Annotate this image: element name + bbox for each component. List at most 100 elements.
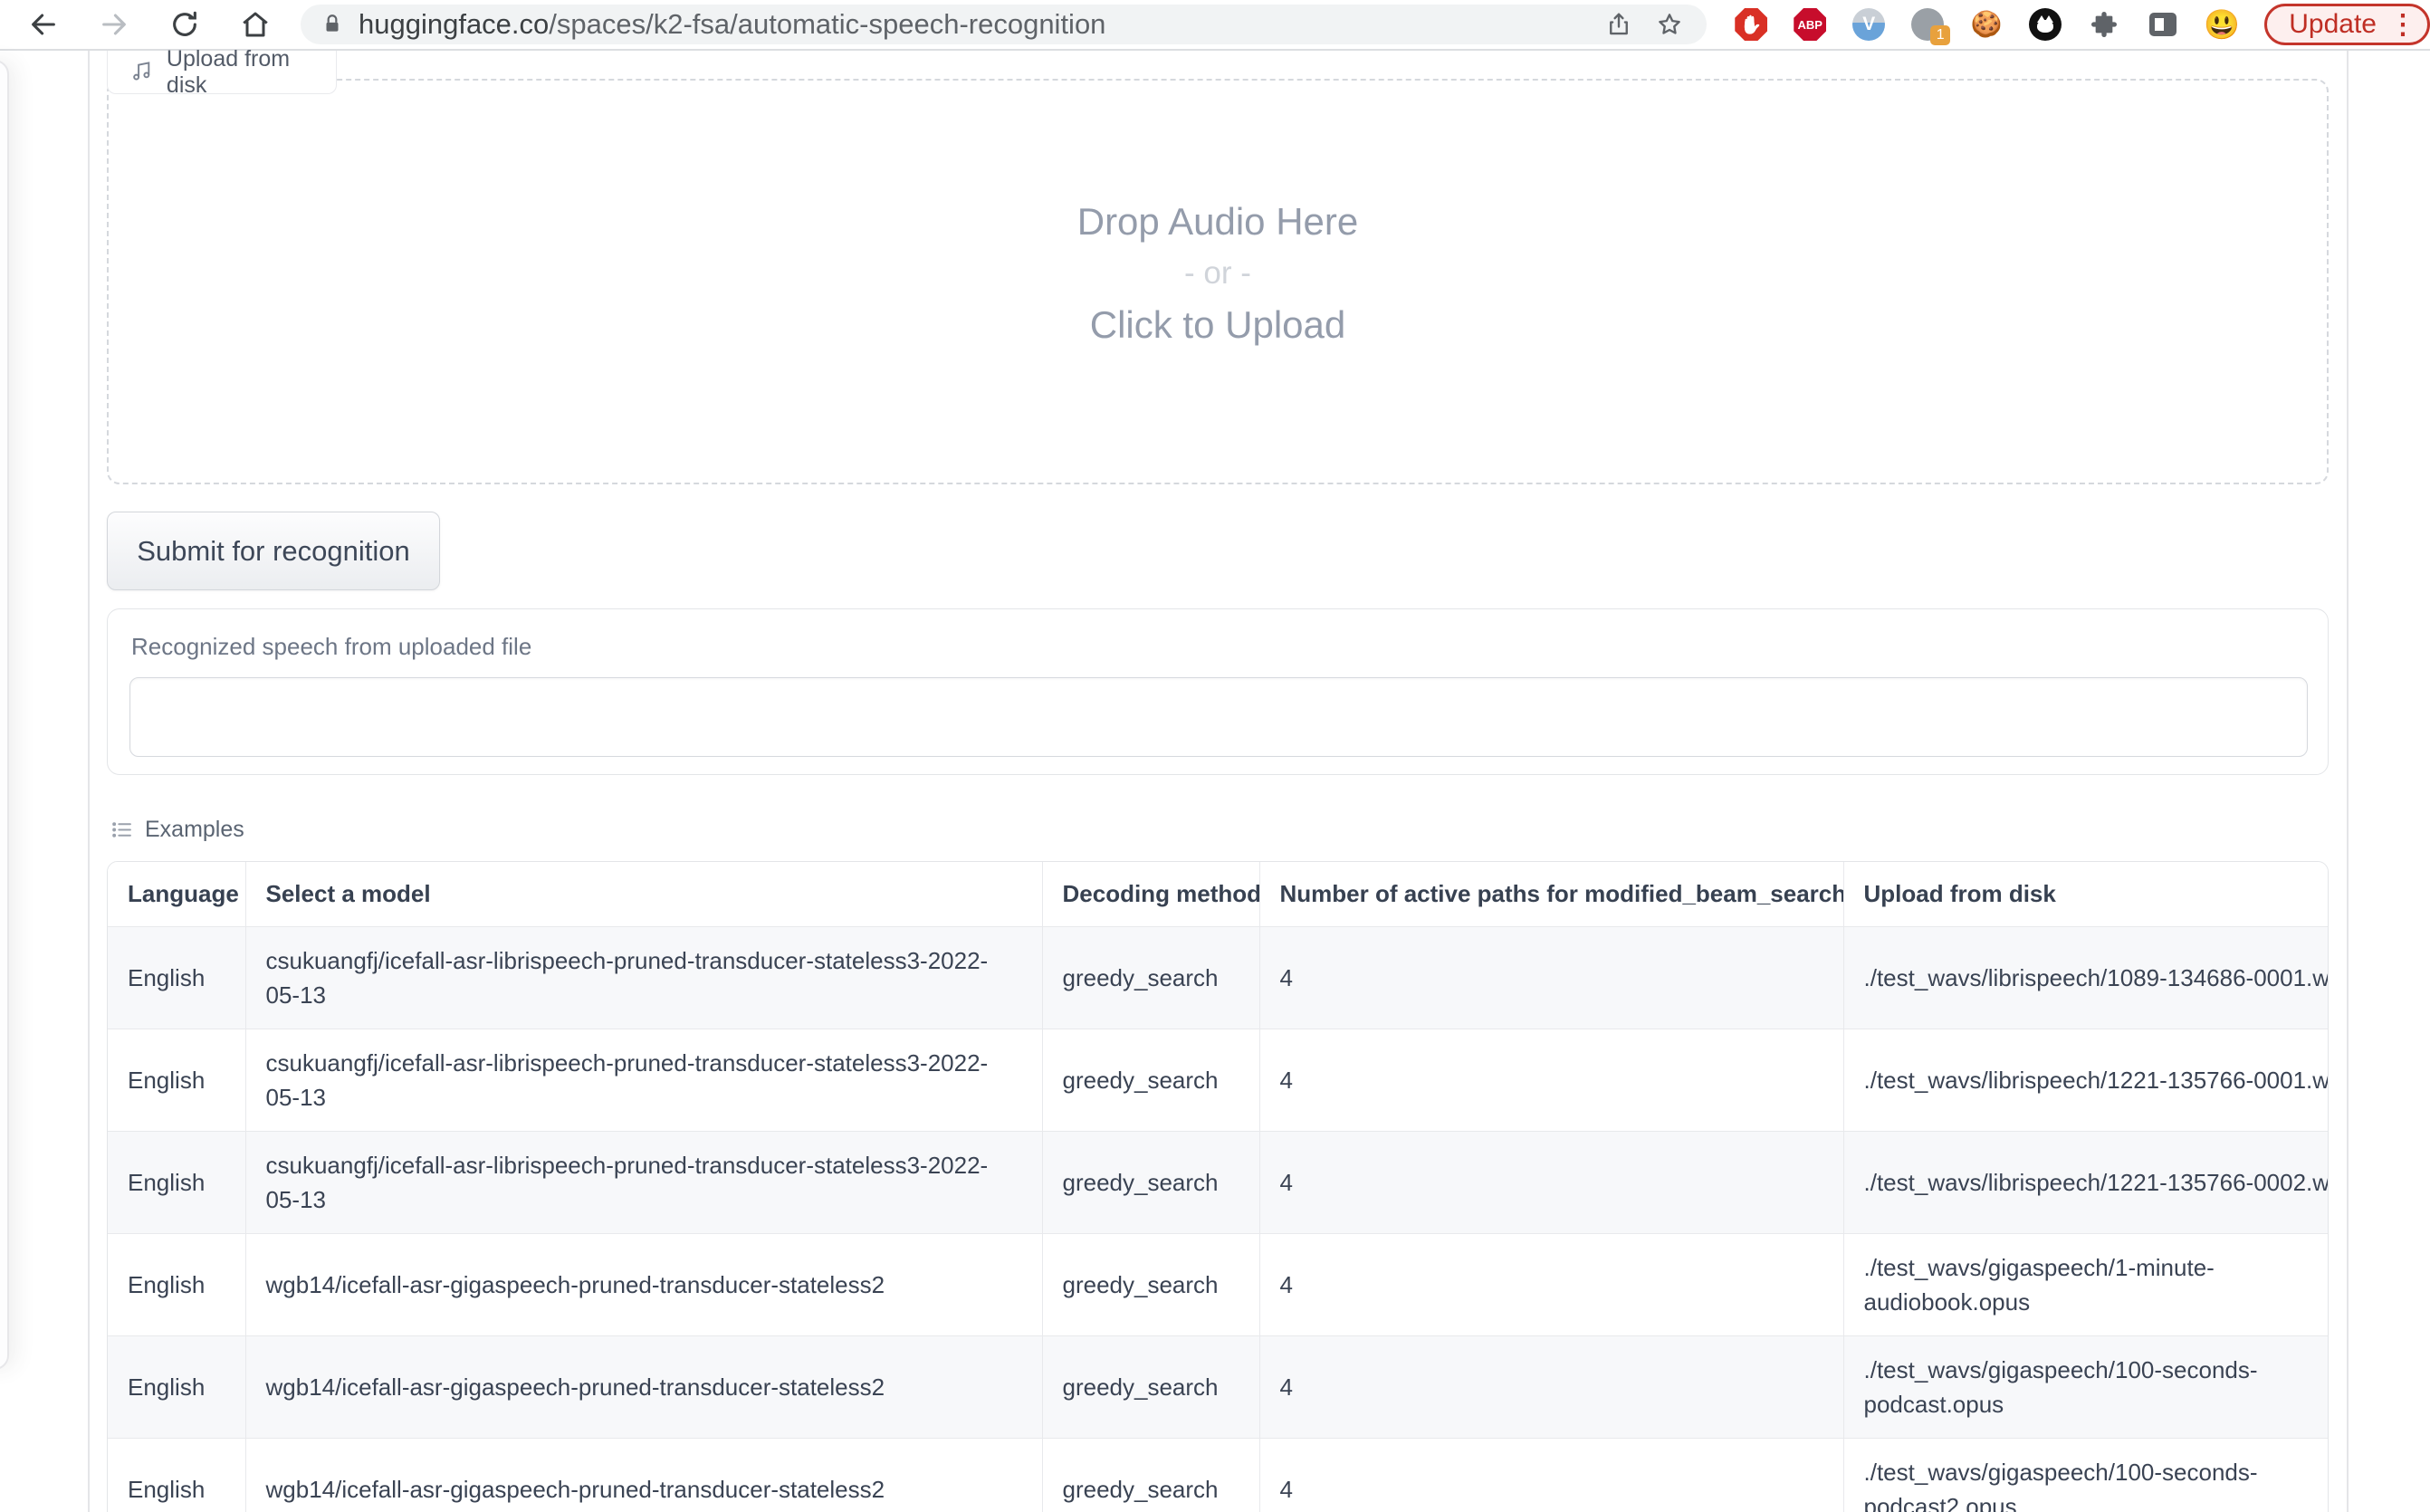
adblock-icon: ✋ <box>1735 8 1767 41</box>
recognized-speech-input[interactable] <box>129 677 2308 757</box>
chrome-update-button[interactable]: Update ⋮ <box>2264 4 2430 45</box>
example-cell[interactable]: English <box>108 1234 245 1336</box>
example-cell[interactable]: 4 <box>1259 927 1843 1029</box>
sidebar-icon <box>2149 13 2176 36</box>
recognized-speech-label: Recognized speech from uploaded file <box>131 633 2328 661</box>
example-cell[interactable]: ./test_wavs/librispeech/1221-135766-0002… <box>1843 1132 2329 1234</box>
example-cell[interactable]: English <box>108 1029 245 1132</box>
cookie-icon: 🍪 <box>1971 12 2003 37</box>
star-icon <box>1656 11 1683 38</box>
list-icon <box>110 818 133 841</box>
example-cell[interactable]: wgb14/icefall-asr-gigaspeech-pruned-tran… <box>245 1234 1042 1336</box>
vimium-extension[interactable]: V <box>1851 7 1886 42</box>
example-cell[interactable]: 4 <box>1259 1336 1843 1439</box>
adblock-plus-extension[interactable]: ABP <box>1793 7 1827 42</box>
example-cell[interactable]: greedy_search <box>1042 1132 1259 1234</box>
example-cell[interactable]: ./test_wavs/librispeech/1089-134686-0001… <box>1843 927 2329 1029</box>
sidebar-toggle[interactable] <box>2146 7 2180 42</box>
example-cell[interactable]: csukuangfj/icefall-asr-librispeech-prune… <box>245 927 1042 1029</box>
example-cell[interactable]: 4 <box>1259 1029 1843 1132</box>
cookie-extension[interactable]: 🍪 <box>1969 7 2004 42</box>
example-cell[interactable]: ./test_wavs/gigaspeech/100-seconds- podc… <box>1843 1439 2329 1512</box>
update-label: Update <box>2289 9 2377 40</box>
url-domain: huggingface.co <box>359 8 549 40</box>
lock-icon <box>320 13 344 36</box>
puzzle-icon <box>2090 10 2119 39</box>
extension-badge: 1 <box>1930 25 1950 45</box>
browser-nav <box>0 3 301 46</box>
example-cell[interactable]: greedy_search <box>1042 1439 1259 1512</box>
home-button[interactable] <box>234 3 277 46</box>
drop-audio-here-text: Drop Audio Here <box>109 196 2327 247</box>
adblock-extension[interactable]: ✋ <box>1734 7 1768 42</box>
back-icon <box>28 9 59 40</box>
upload-tab-label: Upload from disk <box>167 46 336 99</box>
badged-extension[interactable]: 1 <box>1910 7 1945 42</box>
example-cell[interactable]: 4 <box>1259 1234 1843 1336</box>
reload-icon <box>169 9 200 40</box>
reload-button[interactable] <box>163 3 206 46</box>
example-cell[interactable]: csukuangfj/icefall-asr-librispeech-prune… <box>245 1132 1042 1234</box>
share-icon <box>1605 11 1632 38</box>
example-row[interactable]: Englishcsukuangfj/icefall-asr-librispeec… <box>108 1132 2329 1234</box>
right-divider <box>2347 51 2349 1512</box>
example-cell[interactable]: wgb14/icefall-asr-gigaspeech-pruned-tran… <box>245 1439 1042 1512</box>
app-content: Drop Audio Here - or - Click to Upload U… <box>107 51 2329 1512</box>
left-divider <box>88 51 90 1512</box>
example-cell[interactable]: ./test_wavs/librispeech/1221-135766-0001… <box>1843 1029 2329 1132</box>
music-note-icon <box>129 60 154 84</box>
example-cell[interactable]: greedy_search <box>1042 1336 1259 1439</box>
example-cell[interactable]: English <box>108 1336 245 1439</box>
or-text: - or - <box>109 247 2327 300</box>
example-cell[interactable]: greedy_search <box>1042 1029 1259 1132</box>
examples-table: LanguageSelect a modelDecoding methodNum… <box>107 861 2329 1512</box>
example-row[interactable]: Englishwgb14/icefall-asr-gigaspeech-prun… <box>108 1336 2329 1439</box>
example-cell[interactable]: greedy_search <box>1042 1234 1259 1336</box>
examples-header: Examples <box>110 817 244 843</box>
share-button[interactable] <box>1605 11 1632 38</box>
example-cell[interactable]: 4 <box>1259 1439 1843 1512</box>
examples-label: Examples <box>145 817 244 843</box>
forward-button[interactable] <box>92 3 136 46</box>
dropzone-text: Drop Audio Here - or - Click to Upload <box>109 196 2327 350</box>
extensions-row: ✋ ABP V 1 🍪 😃 <box>1707 7 2259 42</box>
submit-for-recognition-button[interactable]: Submit for recognition <box>107 512 440 590</box>
example-cell[interactable]: csukuangfj/icefall-asr-librispeech-prune… <box>245 1029 1042 1132</box>
audio-dropzone[interactable]: Drop Audio Here - or - Click to Upload <box>107 79 2329 484</box>
example-row[interactable]: Englishcsukuangfj/icefall-asr-librispeec… <box>108 1029 2329 1132</box>
github-icon <box>2029 8 2062 41</box>
github-extension[interactable] <box>2028 7 2062 42</box>
home-icon <box>239 8 272 41</box>
example-cell[interactable]: English <box>108 1132 245 1234</box>
example-row[interactable]: Englishwgb14/icefall-asr-gigaspeech-prun… <box>108 1439 2329 1512</box>
example-cell[interactable]: English <box>108 1439 245 1512</box>
forward-icon <box>99 9 129 40</box>
examples-header-row: LanguageSelect a modelDecoding methodNum… <box>108 862 2329 927</box>
smiley-avatar-icon: 😃 <box>2204 10 2240 39</box>
column-header: Number of active paths for modified_beam… <box>1259 862 1843 927</box>
example-row[interactable]: Englishwgb14/icefall-asr-gigaspeech-prun… <box>108 1234 2329 1336</box>
page: Drop Audio Here - or - Click to Upload U… <box>0 51 2430 1512</box>
bookmark-button[interactable] <box>1656 11 1683 38</box>
column-header: Upload from disk <box>1843 862 2329 927</box>
kebab-menu-icon: ⋮ <box>2389 9 2416 41</box>
example-cell[interactable]: greedy_search <box>1042 927 1259 1029</box>
url-text: huggingface.co/spaces/k2-fsa/automatic-s… <box>359 8 1605 41</box>
profile-avatar[interactable]: 😃 <box>2205 7 2239 42</box>
extensions-menu[interactable] <box>2087 7 2121 42</box>
example-cell[interactable]: English <box>108 927 245 1029</box>
abp-icon: ABP <box>1794 8 1826 41</box>
example-row[interactable]: Englishcsukuangfj/icefall-asr-librispeec… <box>108 927 2329 1029</box>
example-cell[interactable]: ./test_wavs/gigaspeech/100-seconds- podc… <box>1843 1336 2329 1439</box>
column-header: Select a model <box>245 862 1042 927</box>
column-header: Language <box>108 862 245 927</box>
examples-tbody: Englishcsukuangfj/icefall-asr-librispeec… <box>108 927 2329 1512</box>
tab-upload-from-disk[interactable]: Upload from disk <box>107 51 337 94</box>
back-button[interactable] <box>22 3 65 46</box>
example-cell[interactable]: 4 <box>1259 1132 1843 1234</box>
url-bar[interactable]: huggingface.co/spaces/k2-fsa/automatic-s… <box>301 5 1707 44</box>
example-cell[interactable]: wgb14/icefall-asr-gigaspeech-pruned-tran… <box>245 1336 1042 1439</box>
url-path: /spaces/k2-fsa/automatic-speech-recognit… <box>549 8 1105 40</box>
browser-toolbar: huggingface.co/spaces/k2-fsa/automatic-s… <box>0 0 2430 51</box>
example-cell[interactable]: ./test_wavs/gigaspeech/1-minute- audiobo… <box>1843 1234 2329 1336</box>
